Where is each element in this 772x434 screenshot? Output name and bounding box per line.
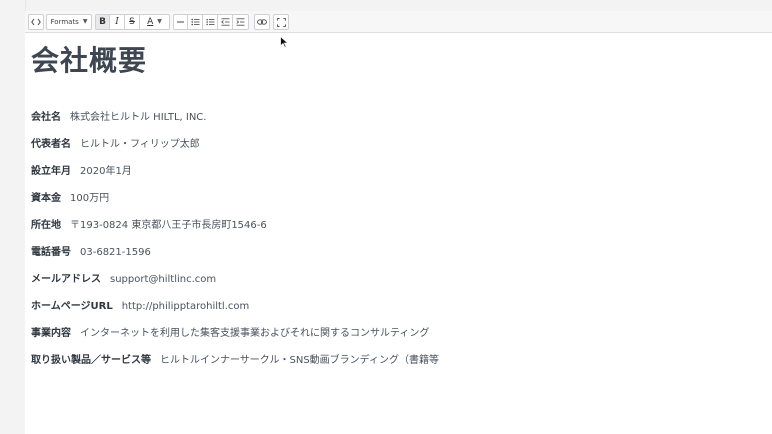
row-value: 03-6821-1596 (80, 247, 151, 258)
page-title: 会社概要 (31, 44, 148, 77)
indent-button[interactable] (233, 14, 249, 30)
row-label: 代表者名 (31, 139, 71, 150)
info-row-capital: 資本金 100万円 (31, 189, 109, 205)
row-value: インターネットを利用した集客支援事業およびそれに関するコンサルティング (80, 328, 430, 339)
outdent-button[interactable] (218, 14, 233, 30)
rich-text-editor[interactable]: Formats ▼ B I S A ▼ 会社概要 会社名 株式会社ヒルトル HI… (25, 11, 772, 434)
row-label: 会社名 (31, 112, 61, 123)
row-label: 取り扱い製品／サービス等 (31, 355, 151, 366)
row-label: 電話番号 (31, 247, 71, 258)
link-icon (257, 19, 267, 25)
info-row-phone: 電話番号 03-6821-1596 (31, 243, 151, 259)
window-top-strip (0, 0, 772, 11)
fullscreen-button[interactable] (273, 14, 289, 30)
strikethrough-icon: S (129, 16, 135, 27)
row-value: 〒193-0824 東京都八王子市長房町1546-6 (70, 220, 267, 231)
row-label: ホームページURL (31, 301, 113, 312)
font-color-button[interactable]: A ▼ (140, 14, 170, 30)
row-value: http://philipptarohiltl.com (121, 301, 250, 312)
horizontal-rule-button[interactable] (173, 14, 188, 30)
chevron-down-icon: ▼ (82, 18, 88, 25)
row-label: 設立年月 (31, 166, 71, 177)
info-row-representative: 代表者名 ヒルトル・フィリップ太郎 (31, 135, 200, 151)
info-row-company-name: 会社名 株式会社ヒルトル HILTL, INC. (31, 108, 206, 124)
font-color-icon: A (147, 16, 154, 27)
italic-button[interactable]: I (110, 14, 125, 30)
info-row-products: 取り扱い製品／サービス等 ヒルトルインナーサークル・SNS動画ブランディング（書籍… (31, 351, 439, 367)
row-value: support@hiltlinc.com (110, 274, 217, 285)
numbered-list-icon (206, 19, 214, 26)
mouse-cursor-icon (280, 36, 289, 48)
formats-label: Formats (50, 17, 79, 26)
outdent-icon (220, 18, 229, 26)
info-row-business: 事業内容 インターネットを利用した集客支援事業およびそれに関するコンサルティング (31, 324, 429, 340)
fullscreen-icon (276, 17, 286, 27)
horizontal-rule-icon (177, 21, 184, 23)
row-value: ヒルトル・フィリップ太郎 (80, 139, 200, 150)
row-label: メールアドレス (31, 274, 101, 285)
row-value: ヒルトルインナーサークル・SNS動画ブランディング（書籍等 (160, 355, 439, 366)
info-row-address: 所在地 〒193-0824 東京都八王子市長房町1546-6 (31, 216, 267, 232)
row-value: 100万円 (70, 193, 110, 204)
left-gutter (0, 0, 26, 434)
info-row-established: 設立年月 2020年1月 (31, 162, 132, 178)
info-row-homepage: ホームページURL http://philipptarohiltl.com (31, 297, 249, 313)
row-label: 事業内容 (31, 328, 71, 339)
bullet-list-button[interactable] (188, 14, 203, 30)
chevron-down-icon: ▼ (157, 18, 162, 25)
bold-icon: B (99, 16, 106, 27)
info-row-email: メールアドレス support@hiltlinc.com (31, 270, 216, 286)
code-view-icon (31, 18, 41, 26)
code-view-button[interactable] (28, 14, 44, 30)
editor-toolbar: Formats ▼ B I S A ▼ (25, 11, 772, 33)
indent-icon (236, 18, 245, 26)
formats-dropdown[interactable]: Formats ▼ (46, 14, 92, 30)
row-label: 所在地 (31, 220, 61, 231)
numbered-list-button[interactable] (203, 14, 218, 30)
row-value: 株式会社ヒルトル HILTL, INC. (70, 112, 207, 123)
bullet-list-icon (190, 18, 199, 26)
italic-icon: I (115, 16, 119, 27)
strikethrough-button[interactable]: S (125, 14, 140, 30)
insert-link-button[interactable] (254, 14, 270, 30)
row-value: 2020年1月 (80, 166, 132, 177)
row-label: 資本金 (31, 193, 61, 204)
bold-button[interactable]: B (95, 14, 110, 30)
